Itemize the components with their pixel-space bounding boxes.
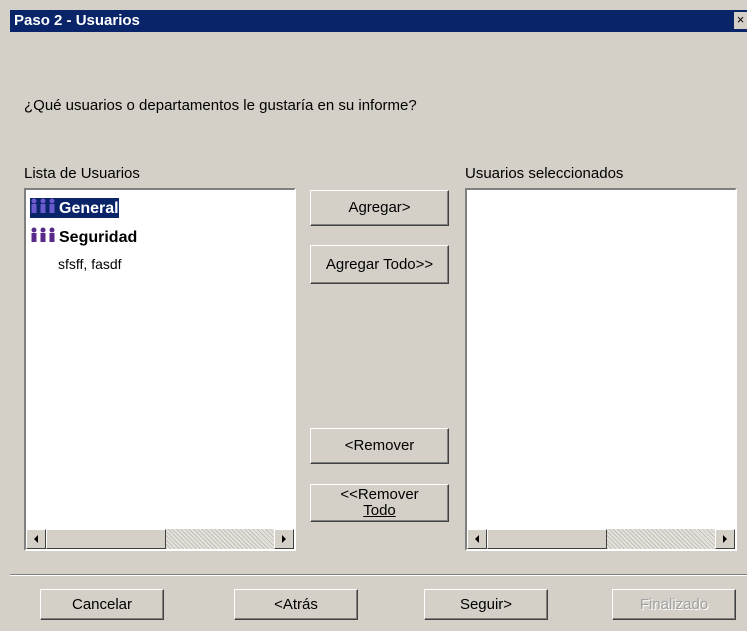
next-button[interactable]: Seguir> [424, 589, 548, 620]
list-item-seguridad[interactable]: Seguridad [30, 227, 137, 247]
add-button[interactable]: Agregar> [310, 190, 449, 226]
user-list[interactable]: General Seguridad sfsff, fasdf [24, 188, 296, 551]
list-item-general[interactable]: General [30, 198, 119, 218]
footer-divider-highlight [10, 575, 747, 576]
scrollbar-thumb[interactable] [487, 529, 607, 549]
arrow-left-icon [475, 535, 479, 543]
selected-users-list[interactable] [465, 188, 737, 551]
selected-users-label: Usuarios seleccionados [465, 165, 624, 182]
horizontal-scrollbar[interactable] [467, 529, 735, 549]
list-item-user[interactable]: sfsff, fasdf [58, 254, 122, 274]
user-group-icon [30, 227, 56, 249]
arrow-right-icon [282, 535, 286, 543]
window-title: Paso 2 - Usuarios [14, 12, 140, 29]
prompt-text: ¿Qué usuarios o departamentos le gustarí… [24, 97, 417, 114]
remove-all-label-line2: Todo [363, 502, 396, 519]
remove-all-button[interactable]: <<Remover Todo [310, 484, 449, 522]
title-bar: Paso 2 - Usuarios × [10, 10, 747, 32]
close-icon[interactable]: × [734, 12, 747, 29]
scroll-right-button[interactable] [715, 529, 735, 549]
scrollbar-thumb[interactable] [46, 529, 166, 549]
scroll-right-button[interactable] [274, 529, 294, 549]
cancel-button[interactable]: Cancelar [40, 589, 164, 620]
arrow-left-icon [34, 535, 38, 543]
horizontal-scrollbar[interactable] [26, 529, 294, 549]
remove-all-label-line1: <<Remover [340, 486, 419, 503]
finish-button[interactable]: Finalizado [612, 589, 736, 620]
scroll-left-button[interactable] [467, 529, 487, 549]
user-list-label: Lista de Usuarios [24, 165, 140, 182]
back-button[interactable]: <Atrás [234, 589, 358, 620]
list-item-label: Seguridad [59, 229, 138, 247]
add-all-button[interactable]: Agregar Todo>> [310, 245, 449, 284]
arrow-right-icon [723, 535, 727, 543]
user-group-icon [30, 198, 56, 220]
scroll-left-button[interactable] [26, 529, 46, 549]
remove-button[interactable]: <Remover [310, 428, 449, 464]
list-item-label: General [59, 200, 119, 218]
